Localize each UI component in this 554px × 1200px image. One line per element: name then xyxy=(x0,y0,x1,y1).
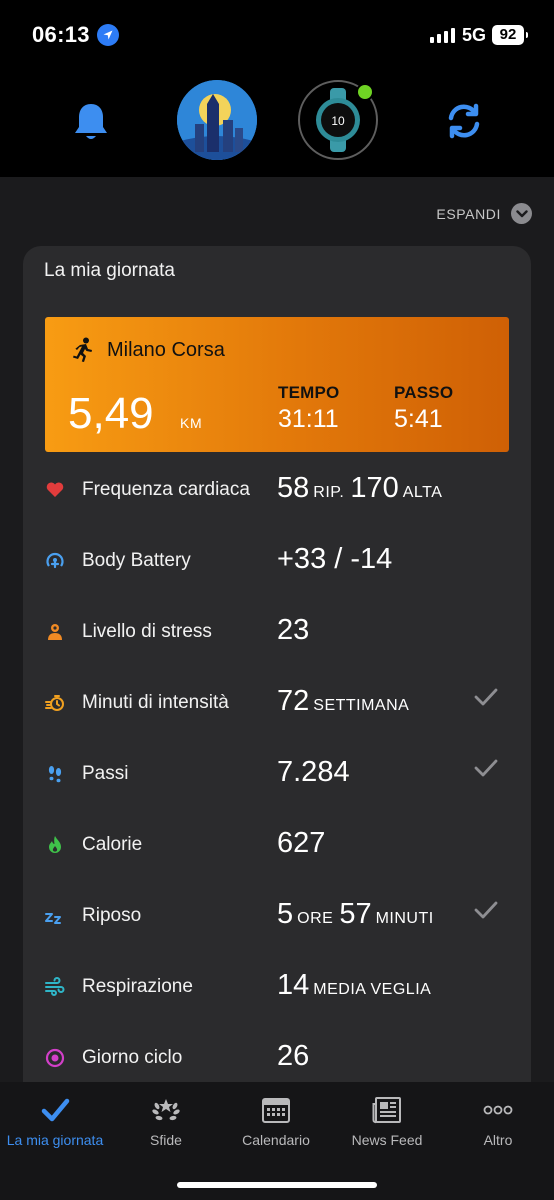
tab-challenges[interactable]: Sfide xyxy=(111,1096,221,1148)
sleep-icon xyxy=(45,906,65,926)
my-day-card: La mia giornata Milano Corsa 5,49 KM TEM… xyxy=(23,246,531,1146)
metric-label: Respirazione xyxy=(82,976,193,997)
sync-icon[interactable] xyxy=(443,100,485,142)
body-battery-icon xyxy=(45,551,65,571)
goal-check-icon xyxy=(473,758,499,778)
metric-row-cycle-day[interactable]: Giorno ciclo 26 xyxy=(23,1038,531,1078)
metric-value: 627 xyxy=(277,827,326,859)
calendar-icon xyxy=(261,1096,291,1124)
tab-my-day[interactable]: La mia giornata xyxy=(0,1096,110,1148)
card-title: La mia giornata xyxy=(44,260,175,281)
metric-label: Body Battery xyxy=(82,550,191,571)
respiration-icon xyxy=(45,977,65,997)
metric-row-heart-rate[interactable]: Frequenza cardiaca 58 RIP. 170 ALTA xyxy=(23,470,531,510)
metric-label: Giorno ciclo xyxy=(82,1047,183,1068)
time-label: TEMPO xyxy=(278,383,340,402)
metric-label: Calorie xyxy=(82,834,143,855)
time-value: 31:11 xyxy=(278,405,339,433)
tab-news-feed[interactable]: News Feed xyxy=(332,1096,442,1148)
metric-value: 7.284 xyxy=(277,756,350,788)
laurel-icon xyxy=(151,1096,181,1124)
device-connected-dot xyxy=(356,83,374,101)
metric-row-sleep[interactable]: Riposo 5 ORE 57 MINUTI xyxy=(23,896,531,936)
metric-label: Riposo xyxy=(82,905,142,926)
metric-value: 23 xyxy=(277,614,310,646)
activity-tile[interactable]: Milano Corsa 5,49 KM TEMPO 31:11 PASSO 5… xyxy=(45,317,509,452)
profile-avatar[interactable] xyxy=(177,80,257,160)
newspaper-icon xyxy=(372,1096,402,1124)
metric-row-steps[interactable]: Passi 7.284 xyxy=(23,754,531,794)
metric-row-body-battery[interactable]: Body Battery +33 / -14 xyxy=(23,541,531,581)
metric-value: 26 xyxy=(277,1040,310,1072)
metric-value: 72 SETTIMANA xyxy=(277,685,410,717)
goal-check-icon xyxy=(473,900,499,920)
metric-label: Passi xyxy=(82,763,129,784)
tab-label: Sfide xyxy=(150,1132,182,1148)
main-content[interactable]: ESPANDI La mia giornata Milano Corsa 5,4… xyxy=(0,177,554,1146)
bell-icon[interactable] xyxy=(70,100,112,144)
pace-label: PASSO xyxy=(394,383,454,402)
battery-indicator: 92 xyxy=(492,25,528,45)
more-icon xyxy=(483,1096,513,1124)
pace-value: 5:41 xyxy=(394,405,443,433)
metric-label: Livello di stress xyxy=(82,621,212,642)
stress-icon xyxy=(45,622,65,642)
tab-label: Altro xyxy=(483,1132,513,1148)
expand-label: ESPANDI xyxy=(436,205,501,222)
metric-row-calories[interactable]: Calorie 627 xyxy=(23,825,531,865)
cellular-signal-icon xyxy=(430,27,455,43)
steps-icon xyxy=(45,764,65,784)
metric-label: Minuti di intensità xyxy=(82,692,229,713)
flame-icon xyxy=(45,835,65,855)
metric-value: +33 / -14 xyxy=(277,543,393,575)
tab-label: Calendario xyxy=(242,1132,310,1148)
metric-label: Frequenza cardiaca xyxy=(82,479,250,500)
running-icon xyxy=(71,337,95,363)
goal-check-icon xyxy=(473,687,499,707)
metric-value: 14 MEDIA VEGLIA xyxy=(277,969,432,1001)
checkmark-icon xyxy=(40,1096,70,1124)
tab-calendar[interactable]: Calendario xyxy=(221,1096,331,1148)
expand-button[interactable]: ESPANDI xyxy=(436,203,532,224)
app-header: 10 xyxy=(0,70,554,175)
tab-label: News Feed xyxy=(351,1132,423,1148)
location-arrow-icon xyxy=(97,24,119,46)
status-time: 06:13 xyxy=(32,22,90,47)
home-indicator[interactable] xyxy=(177,1182,377,1188)
network-type: 5G xyxy=(462,25,487,45)
heart-icon xyxy=(45,480,65,500)
cycle-icon xyxy=(45,1048,65,1068)
metric-row-respiration[interactable]: Respirazione 14 MEDIA VEGLIA xyxy=(23,967,531,1007)
activity-distance-unit: KM xyxy=(180,415,203,431)
activity-distance: 5,49 xyxy=(68,389,154,438)
metric-value: 58 RIP. 170 ALTA xyxy=(277,472,443,504)
chevron-down-icon xyxy=(511,203,532,224)
activity-name: Milano Corsa xyxy=(107,339,225,361)
intensity-icon xyxy=(45,693,65,713)
tab-label: La mia giornata xyxy=(6,1132,104,1148)
metric-value: 5 ORE 57 MINUTI xyxy=(277,898,434,930)
watch-face-text: 10 xyxy=(331,114,345,128)
status-bar: 06:13 5G 92 xyxy=(0,0,554,70)
metric-row-stress[interactable]: Livello di stress 23 xyxy=(23,612,531,652)
metric-row-intensity-minutes[interactable]: Minuti di intensità 72 SETTIMANA xyxy=(23,683,531,723)
tab-more[interactable]: Altro xyxy=(443,1096,553,1148)
